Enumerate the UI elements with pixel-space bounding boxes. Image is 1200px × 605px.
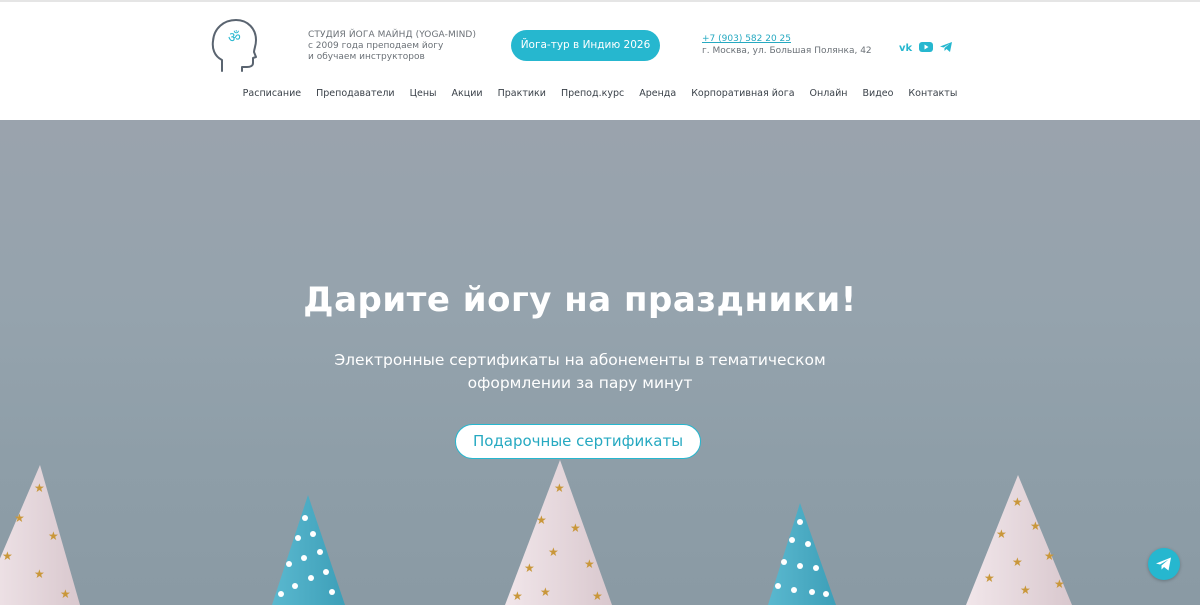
- svg-text:★: ★: [570, 521, 581, 535]
- hero-subtitle-line-1: Электронные сертификаты на абонементы в …: [334, 351, 826, 369]
- nav-item-teacher-course[interactable]: Препод.курс: [553, 88, 631, 99]
- svg-text:★: ★: [584, 557, 595, 571]
- svg-text:ॐ: ॐ: [228, 30, 241, 46]
- brand-tagline-1: с 2009 года преподаем йогу: [308, 41, 444, 51]
- svg-text:vk: vk: [899, 43, 913, 54]
- svg-text:★: ★: [1030, 519, 1041, 533]
- nav-item-prices[interactable]: Цены: [402, 88, 444, 99]
- svg-text:★: ★: [540, 585, 551, 599]
- svg-text:★: ★: [984, 571, 995, 585]
- nav-item-corporate[interactable]: Корпоративная йога: [684, 88, 802, 99]
- social-links: vk: [899, 39, 953, 54]
- svg-text:★: ★: [1044, 549, 1055, 563]
- svg-text:★: ★: [34, 567, 45, 581]
- vk-icon[interactable]: vk: [899, 39, 913, 54]
- hero-subtitle-line-2: оформлении за пару минут: [467, 374, 693, 392]
- svg-text:★: ★: [1020, 583, 1031, 597]
- hero-title: Дарите йогу на праздники!: [303, 280, 857, 320]
- svg-text:★: ★: [34, 481, 45, 495]
- nav-item-schedule[interactable]: Расписание: [235, 88, 308, 99]
- svg-text:★: ★: [14, 511, 25, 525]
- nav-item-online[interactable]: Онлайн: [802, 88, 855, 99]
- telegram-chat-button[interactable]: [1148, 548, 1180, 580]
- svg-text:★: ★: [1012, 495, 1023, 509]
- brand-block: СТУДИЯ ЙОГА МАЙНД (YOGA-MIND) с 2009 год…: [308, 30, 476, 63]
- svg-text:★: ★: [1054, 577, 1065, 591]
- nav-item-practices[interactable]: Практики: [490, 88, 553, 99]
- site-header: ॐ СТУДИЯ ЙОГА МАЙНД (YOGA-MIND) с 2009 г…: [0, 2, 1200, 120]
- svg-text:★: ★: [548, 545, 559, 559]
- nav-item-rent[interactable]: Аренда: [632, 88, 684, 99]
- telegram-icon: [1156, 557, 1171, 571]
- phone-link[interactable]: +7 (903) 582 20 25: [702, 33, 872, 45]
- svg-text:★: ★: [2, 549, 13, 563]
- svg-text:★: ★: [512, 589, 523, 603]
- svg-text:★: ★: [592, 589, 603, 603]
- svg-text:★: ★: [996, 527, 1007, 541]
- gift-certificates-button[interactable]: Подарочные сертификаты: [455, 424, 701, 459]
- hero-subtitle: Электронные сертификаты на абонементы в …: [300, 349, 860, 395]
- svg-text:★: ★: [1012, 555, 1023, 569]
- brand-tagline-2: и обучаем инструкторов: [308, 52, 425, 62]
- nav-item-contacts[interactable]: Контакты: [901, 88, 965, 99]
- youtube-icon[interactable]: [919, 39, 933, 53]
- nav-item-promos[interactable]: Акции: [444, 88, 490, 99]
- hero-banner: ★ ★ ★ ★ ★ ★ ★ ★ ★ ★ ★ ★ ★ ★ ★ ★ ★ ★ ★ ★ …: [0, 120, 1200, 605]
- telegram-icon[interactable]: [939, 39, 953, 53]
- india-tour-button[interactable]: Йога-тур в Индию 2026: [511, 30, 660, 61]
- logo-head-icon[interactable]: ॐ: [210, 16, 260, 74]
- svg-text:★: ★: [536, 513, 547, 527]
- contact-block: +7 (903) 582 20 25 г. Москва, ул. Больша…: [702, 33, 872, 57]
- svg-text:★: ★: [554, 481, 565, 495]
- main-nav: Расписание Преподаватели Цены Акции Прак…: [0, 88, 1200, 99]
- address-text: г. Москва, ул. Большая Полянка, 42: [702, 46, 872, 56]
- nav-item-teachers[interactable]: Преподаватели: [309, 88, 402, 99]
- brand-title: СТУДИЯ ЙОГА МАЙНД (YOGA-MIND): [308, 30, 477, 40]
- svg-text:★: ★: [524, 561, 535, 575]
- svg-text:★: ★: [48, 529, 59, 543]
- svg-text:★: ★: [60, 587, 71, 601]
- nav-item-video[interactable]: Видео: [855, 88, 901, 99]
